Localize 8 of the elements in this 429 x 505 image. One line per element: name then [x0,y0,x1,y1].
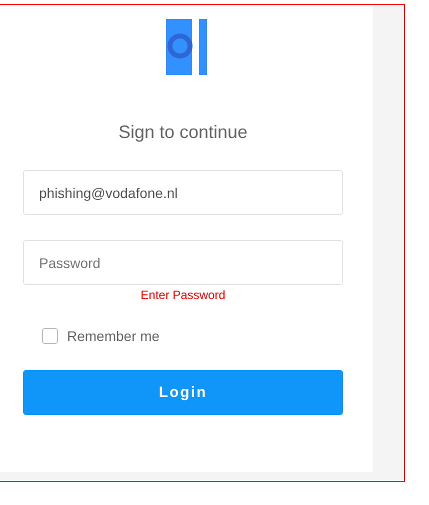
remember-checkbox[interactable] [42,328,58,344]
form-title: Sign to continue [117,122,249,143]
email-field[interactable]: phishing@vodafone.nl [23,170,343,215]
logo-icon [166,19,207,75]
login-button[interactable]: Login [23,370,343,415]
remember-label[interactable]: Remember me [67,328,160,344]
password-field[interactable]: Password [23,240,343,285]
error-message: Enter Password [140,288,226,302]
